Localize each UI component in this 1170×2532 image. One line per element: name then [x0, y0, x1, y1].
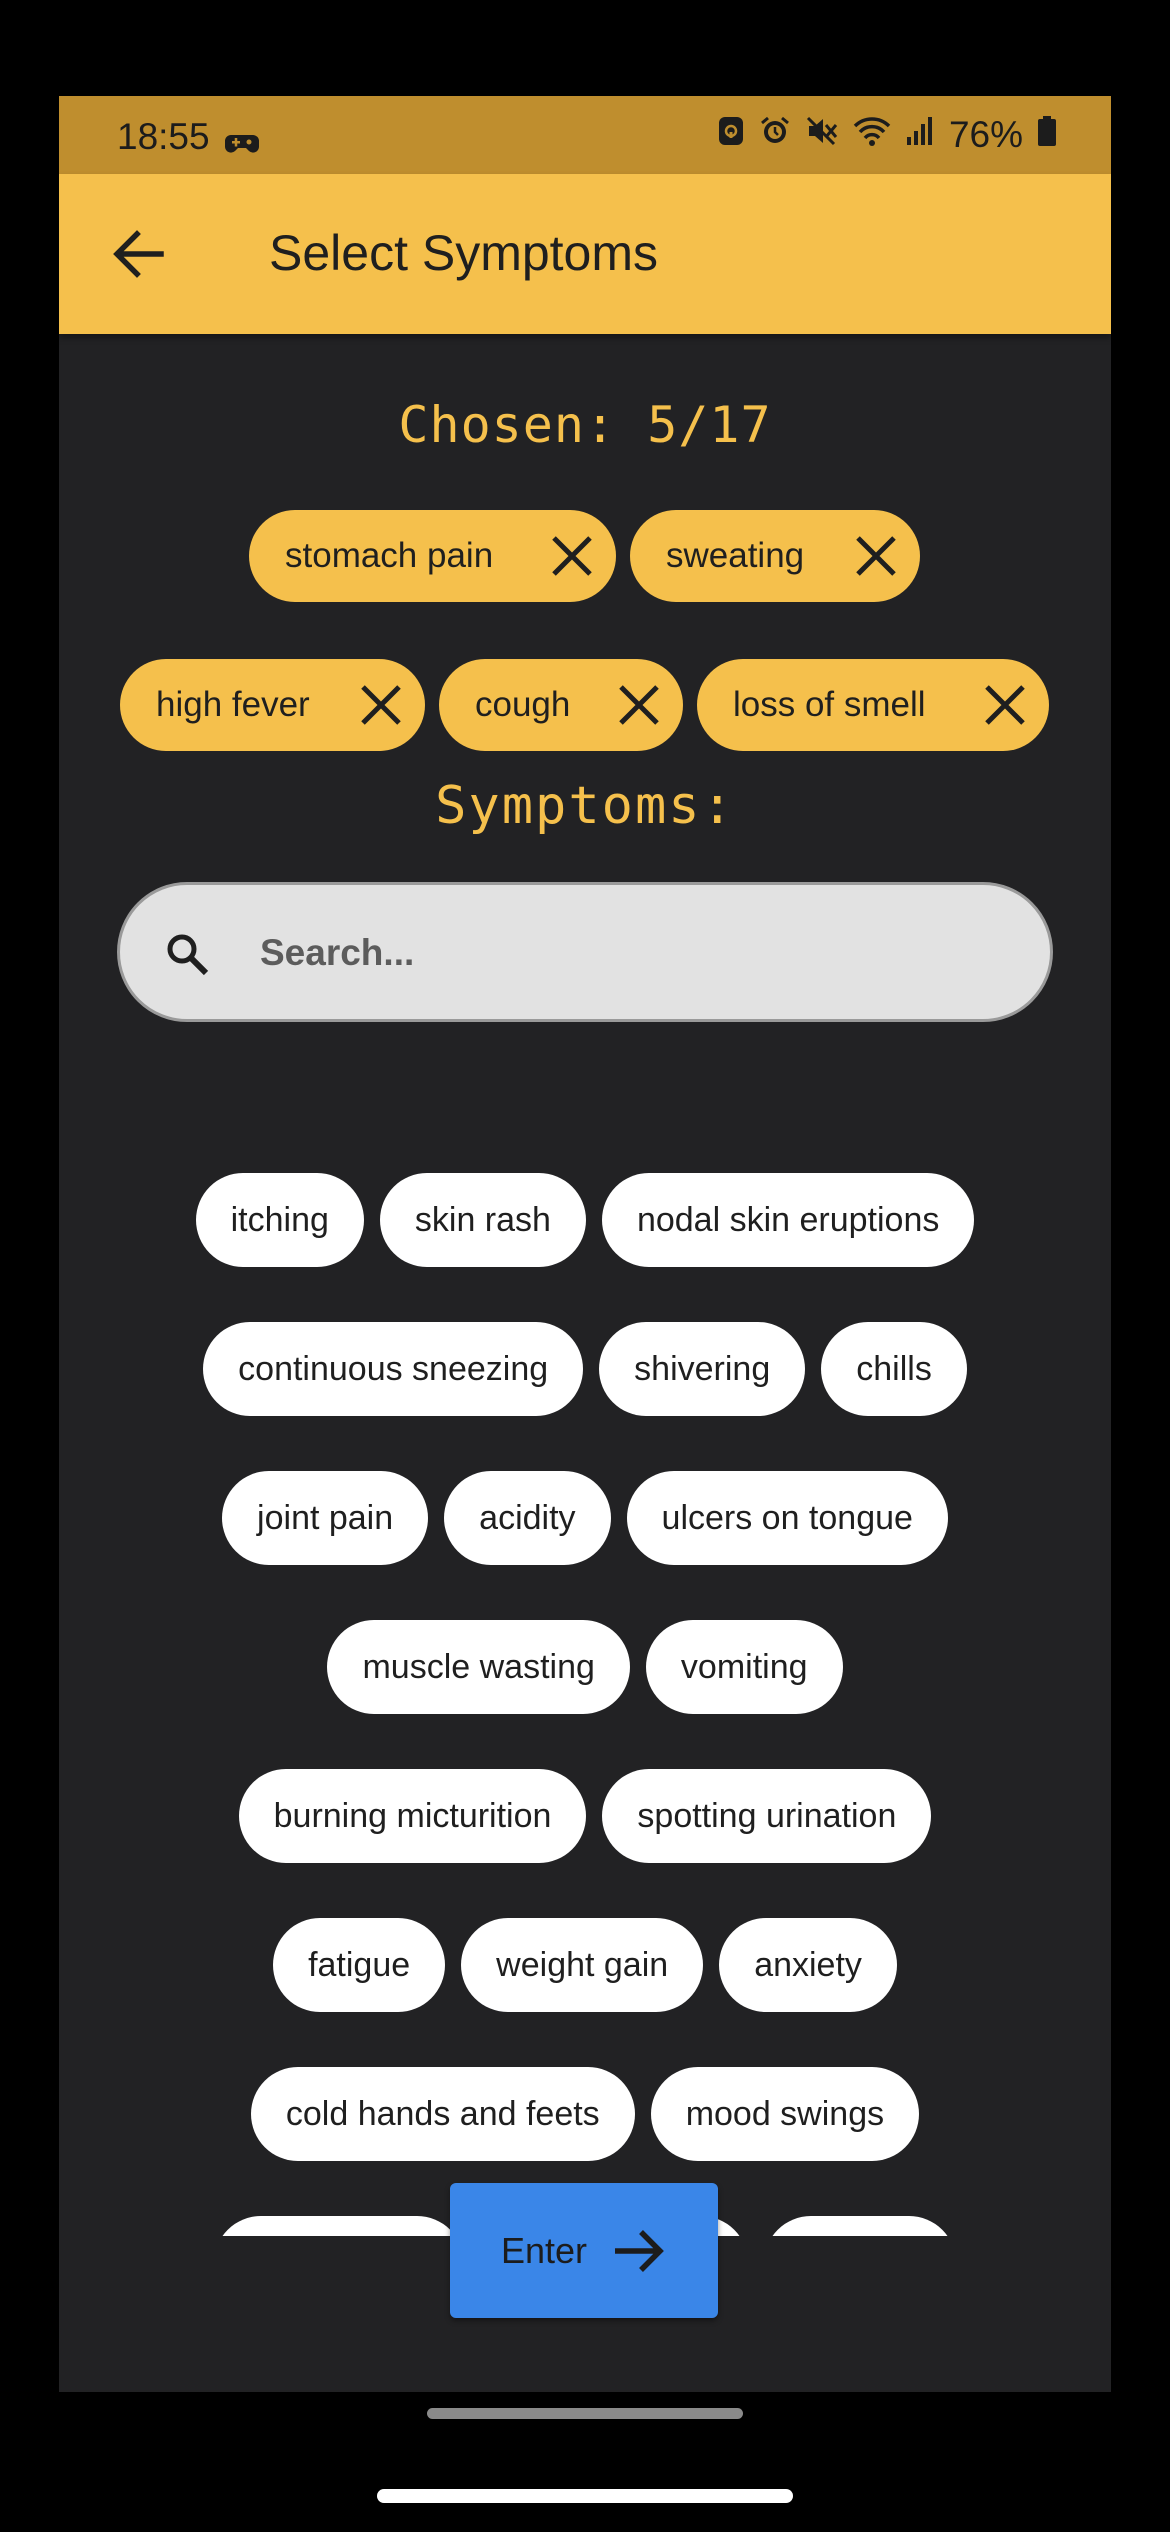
- symptom-chip[interactable]: spotting urination: [602, 1769, 932, 1863]
- symptom-chip[interactable]: burning micturition: [238, 1769, 587, 1863]
- search-input[interactable]: [258, 915, 1002, 991]
- enter-button[interactable]: Enter: [450, 2183, 718, 2318]
- selected-chip[interactable]: loss of smell: [697, 659, 1049, 751]
- game-controller-icon: [225, 124, 259, 166]
- selected-chip[interactable]: cough: [439, 659, 683, 751]
- page-title: Select Symptoms: [269, 225, 659, 281]
- symptom-chip[interactable]: nodal skin eruptions: [601, 1173, 975, 1267]
- symptom-row: cold hands and feets mood swings: [59, 2067, 1111, 2161]
- app-bar: Select Symptoms: [59, 174, 1111, 334]
- symptom-chip-partial[interactable]: [214, 2216, 464, 2236]
- symptom-chip[interactable]: fatigue: [273, 1918, 446, 2012]
- symptom-chip[interactable]: cold hands and feets: [250, 2067, 635, 2161]
- symptom-chip[interactable]: mood swings: [650, 2067, 920, 2161]
- mute-icon: [805, 114, 839, 156]
- battery-icon: [1037, 114, 1057, 156]
- symptom-row: continuous sneezing shivering chills: [59, 1322, 1111, 1416]
- symptom-chip[interactable]: continuous sneezing: [203, 1322, 584, 1416]
- symptom-chip[interactable]: acidity: [444, 1471, 611, 1565]
- search-box[interactable]: [117, 882, 1053, 1022]
- selected-chip[interactable]: sweating: [630, 510, 920, 602]
- remove-icon[interactable]: [550, 534, 594, 578]
- remove-icon[interactable]: [359, 683, 403, 727]
- remove-icon[interactable]: [854, 534, 898, 578]
- selected-chip[interactable]: stomach pain: [249, 510, 616, 602]
- symptoms-heading: Symptoms:: [435, 776, 735, 836]
- signal-icon: [905, 114, 935, 156]
- selected-chip[interactable]: high fever: [120, 659, 425, 751]
- symptom-chip[interactable]: skin rash: [379, 1173, 586, 1267]
- wifi-icon: [853, 114, 891, 156]
- symptom-chip[interactable]: joint pain: [222, 1471, 429, 1565]
- selected-chip-label: stomach pain: [285, 536, 494, 575]
- symptom-list[interactable]: itching skin rash nodal skin eruptions c…: [59, 1056, 1111, 2236]
- symptom-chip[interactable]: muscle wasting: [327, 1620, 630, 1714]
- chosen-count: Chosen: 5/17: [398, 396, 772, 454]
- lock-icon: [717, 114, 745, 156]
- symptom-row: fatigue weight gain anxiety: [59, 1918, 1111, 2012]
- remove-icon[interactable]: [617, 683, 661, 727]
- gesture-bar[interactable]: [377, 2489, 793, 2503]
- symptom-chip[interactable]: itching: [195, 1173, 364, 1267]
- back-arrow-icon[interactable]: [109, 224, 169, 284]
- status-bar: 18:55 76%: [59, 96, 1111, 174]
- symptom-chip[interactable]: weight gain: [461, 1918, 704, 2012]
- search-icon: [164, 931, 210, 977]
- symptom-chip[interactable]: chills: [821, 1322, 967, 1416]
- symptom-chip[interactable]: ulcers on tongue: [626, 1471, 948, 1565]
- status-time: 18:55: [117, 116, 210, 157]
- selected-chip-label: high fever: [156, 685, 310, 724]
- battery-percent: 76%: [948, 114, 1023, 155]
- symptom-row: joint pain acidity ulcers on tongue: [59, 1471, 1111, 1565]
- symptom-chip-partial[interactable]: [764, 2216, 956, 2236]
- selected-chip-label: loss of smell: [733, 685, 926, 724]
- symptom-chip[interactable]: shivering: [599, 1322, 806, 1416]
- arrow-right-icon: [609, 2222, 667, 2280]
- enter-button-label: Enter: [500, 2229, 588, 2271]
- symptom-row: itching skin rash nodal skin eruptions: [59, 1173, 1111, 1267]
- home-indicator: [427, 2408, 743, 2419]
- selected-chip-label: cough: [475, 685, 571, 724]
- status-icons: 76%: [717, 114, 1057, 156]
- symptom-chip[interactable]: vomiting: [645, 1620, 843, 1714]
- symptom-row: burning micturition spotting urination: [59, 1769, 1111, 1863]
- alarm-icon: [759, 114, 791, 156]
- selected-chip-label: sweating: [666, 536, 805, 575]
- symptom-row: muscle wasting vomiting: [59, 1620, 1111, 1714]
- remove-icon[interactable]: [983, 683, 1027, 727]
- symptom-chip[interactable]: anxiety: [719, 1918, 897, 2012]
- app-screen: 18:55 76% Select Symptoms Chosen: 5/17 s…: [59, 96, 1111, 2392]
